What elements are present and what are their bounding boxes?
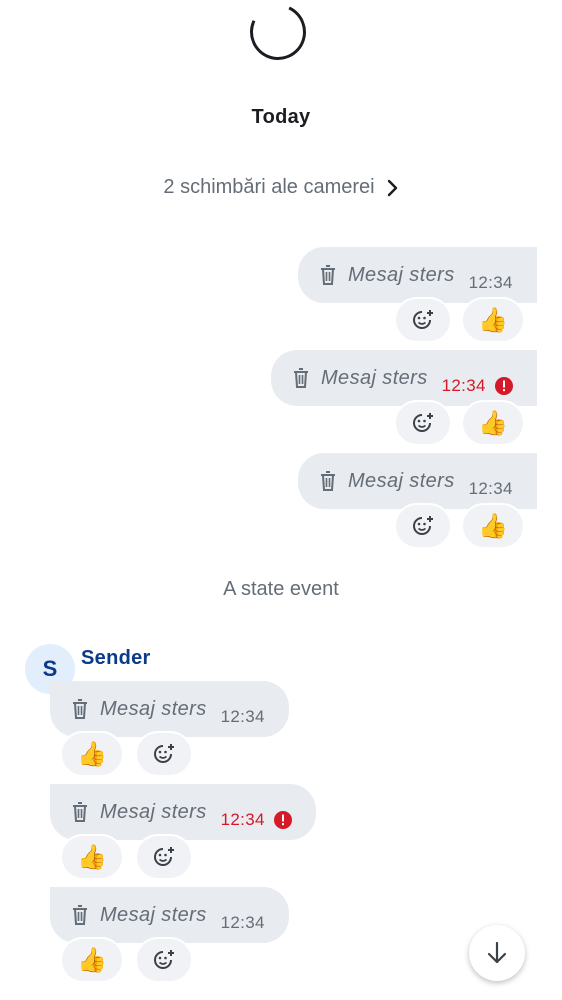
message-bubble[interactable]: Mesaj sters 12:34 <box>298 453 537 509</box>
sender-name[interactable]: Sender <box>81 647 151 670</box>
message-bubble[interactable]: Mesaj sters 12:34 <box>271 350 537 406</box>
add-reaction-icon <box>154 950 174 969</box>
add-reaction-icon <box>413 516 433 535</box>
reaction-pill[interactable]: 👍 <box>60 834 124 880</box>
reaction-emoji: 👍 <box>478 512 508 540</box>
message-timestamp: 12:34 <box>468 479 513 498</box>
reaction-emoji: 👍 <box>478 409 508 437</box>
message-timestamp: 12:34 <box>220 810 265 829</box>
add-reaction-icon <box>413 310 433 329</box>
add-reaction-button[interactable] <box>394 297 452 343</box>
message-timestamp: 12:34 <box>220 707 265 726</box>
trash-icon <box>321 265 335 285</box>
avatar-initial: S <box>42 656 58 681</box>
message-bubble[interactable]: Mesaj sters 12:34 <box>50 784 316 840</box>
reaction-pill[interactable]: 👍 <box>461 503 525 549</box>
error-icon <box>273 811 292 829</box>
message-timestamp: 12:34 <box>468 273 513 292</box>
reaction-pill[interactable]: 👍 <box>461 400 525 446</box>
add-reaction-icon <box>154 847 174 866</box>
add-reaction-button[interactable] <box>135 834 193 880</box>
add-reaction-button[interactable] <box>135 731 193 777</box>
add-reaction-icon <box>154 744 174 763</box>
room-changes-summary[interactable]: 2 schimbări ale camerei <box>0 176 562 199</box>
loading-spinner <box>242 0 314 68</box>
trash-icon <box>73 699 87 719</box>
message-text: Mesaj sters <box>321 366 428 389</box>
add-reaction-button[interactable] <box>394 503 452 549</box>
message-text: Mesaj sters <box>100 903 207 926</box>
trash-icon <box>294 368 308 388</box>
message-bubble[interactable]: Mesaj sters 12:34 <box>50 887 289 943</box>
message-timestamp: 12:34 <box>441 376 486 395</box>
chevron-right-icon <box>387 179 397 196</box>
message-text: Mesaj sters <box>348 263 455 286</box>
reaction-emoji: 👍 <box>77 740 107 768</box>
message-bubble[interactable]: Mesaj sters 12:34 <box>50 681 289 737</box>
trash-icon <box>73 802 87 822</box>
trash-icon <box>321 471 335 491</box>
trash-icon <box>73 905 87 925</box>
reaction-emoji: 👍 <box>478 306 508 334</box>
message-text: Mesaj sters <box>100 697 207 720</box>
reaction-emoji: 👍 <box>77 946 107 974</box>
reaction-pill[interactable]: 👍 <box>461 297 525 343</box>
add-reaction-button[interactable] <box>394 400 452 446</box>
room-changes-label: 2 schimbări ale camerei <box>163 176 375 198</box>
reaction-pill[interactable]: 👍 <box>60 937 124 983</box>
message-text: Mesaj sters <box>348 469 455 492</box>
message-text: Mesaj sters <box>100 800 207 823</box>
day-separator: Today <box>251 106 311 128</box>
add-reaction-button[interactable] <box>135 937 193 983</box>
add-reaction-icon <box>413 413 433 432</box>
reaction-pill[interactable]: 👍 <box>60 731 124 777</box>
arrow-down-icon <box>487 941 507 964</box>
reaction-emoji: 👍 <box>77 843 107 871</box>
state-event: A state event <box>223 578 339 600</box>
message-bubble[interactable]: Mesaj sters 12:34 <box>298 247 537 303</box>
scroll-to-bottom-button[interactable] <box>469 925 525 981</box>
error-icon <box>494 377 513 395</box>
message-timestamp: 12:34 <box>220 913 265 932</box>
